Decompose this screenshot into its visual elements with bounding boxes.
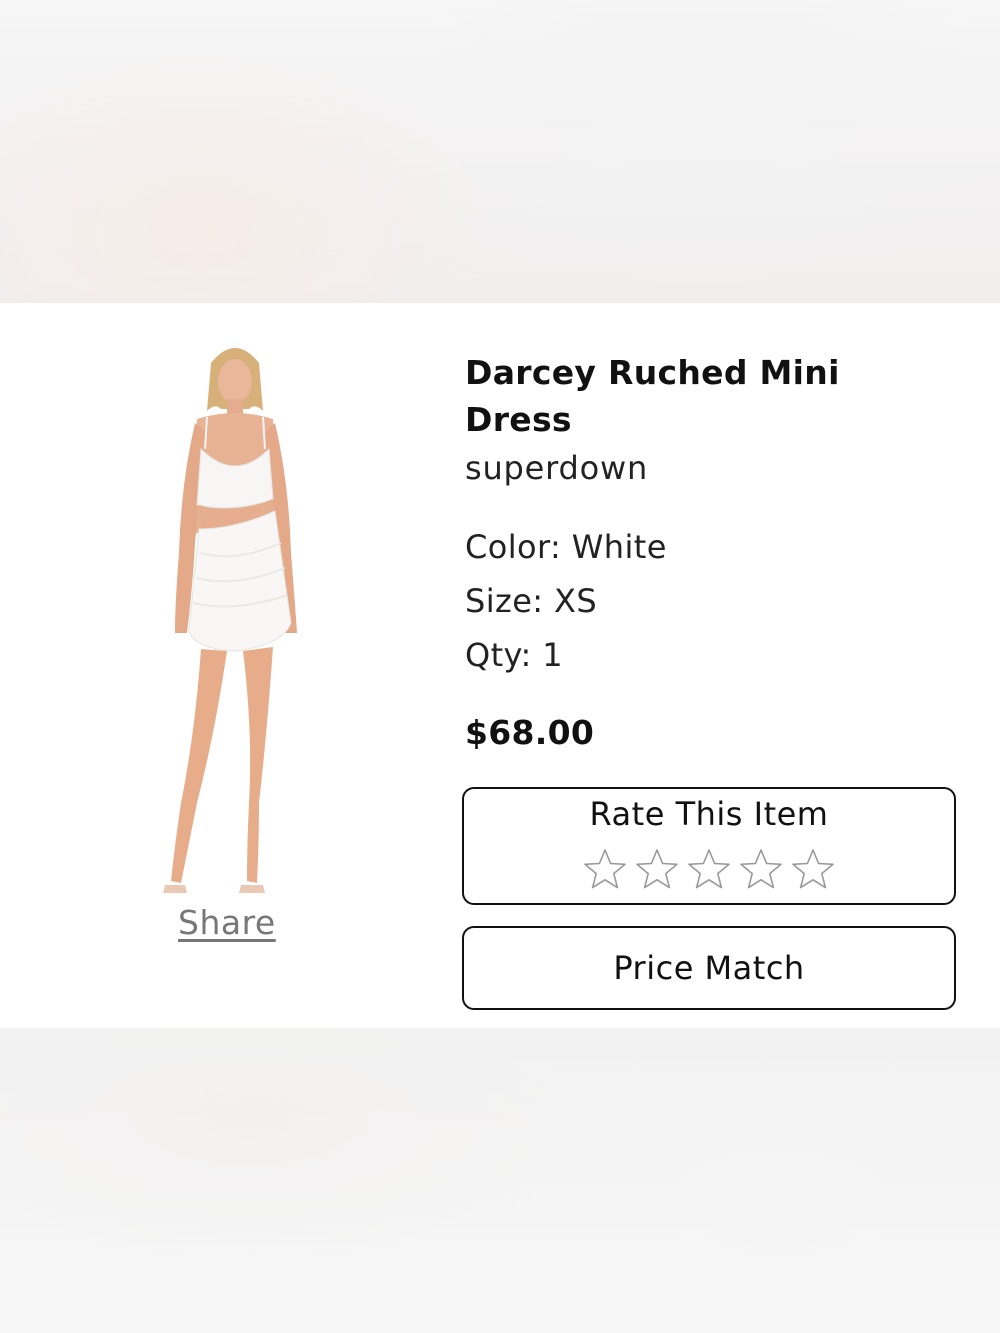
rate-item-box[interactable]: Rate This Item (462, 787, 956, 905)
blurred-background-bottom (0, 1028, 1000, 1333)
product-brand[interactable]: superdown (465, 449, 648, 487)
star-icon-4[interactable] (739, 847, 783, 891)
product-size: Size: XS (465, 582, 598, 620)
share-link[interactable]: Share (178, 903, 276, 942)
product-quantity: Qty: 1 (465, 636, 564, 674)
product-image (163, 348, 297, 893)
product-price: $68.00 (465, 713, 595, 752)
star-icon-3[interactable] (687, 847, 731, 891)
price-match-button[interactable]: Price Match (462, 926, 956, 1010)
rate-item-label: Rate This Item (589, 795, 829, 833)
star-icon-5[interactable] (791, 847, 835, 891)
star-rating[interactable] (464, 847, 954, 891)
product-card: Share Darcey Ruched Mini Dress superdown… (0, 303, 1000, 1028)
blurred-background-top (0, 0, 1000, 303)
product-color: Color: White (465, 528, 667, 566)
product-title[interactable]: Darcey Ruched Mini Dress (465, 349, 885, 443)
star-icon-2[interactable] (635, 847, 679, 891)
star-icon-1[interactable] (583, 847, 627, 891)
